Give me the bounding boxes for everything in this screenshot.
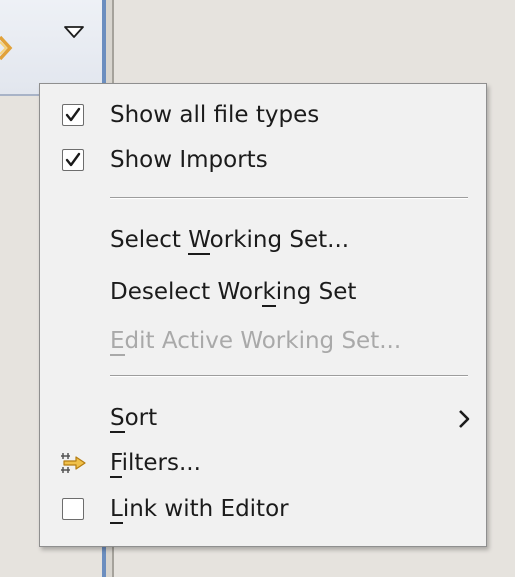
view-menu-button[interactable] — [56, 16, 94, 50]
menu-item-label: Show Imports — [110, 147, 268, 173]
menu-item-label: Edit Active Working Set... — [110, 328, 402, 356]
menu-item-link-with-editor[interactable]: Link with Editor — [40, 487, 486, 531]
menu-item-sort[interactable]: Sort — [40, 396, 486, 440]
checkmark-icon — [65, 152, 81, 167]
filters-icon — [61, 453, 86, 473]
menu-separator — [110, 197, 468, 199]
menu-item-show-imports[interactable]: Show Imports — [40, 138, 486, 182]
menu-item-label: Sort — [110, 405, 158, 433]
chevron-down-icon — [64, 26, 84, 38]
menu-item-label: Show all file types — [110, 102, 320, 128]
menu-item-edit-active-working-set: Edit Active Working Set... — [40, 319, 486, 363]
menu-item-label: Select Working Set... — [110, 227, 350, 255]
checkmark-icon — [65, 107, 81, 122]
link-sync-icon[interactable] — [0, 33, 14, 63]
menu-item-label: Filters... — [110, 450, 201, 478]
menu-item-label: Deselect Working Set — [110, 279, 357, 307]
menu-item-filters[interactable]: Filters... — [40, 441, 486, 485]
menu-separator — [110, 375, 468, 377]
view-menu-popup: Show all file types Show Imports Select … — [39, 83, 487, 547]
menu-item-select-working-set[interactable]: Select Working Set... — [40, 218, 486, 262]
checkbox-checked[interactable] — [62, 104, 84, 126]
menu-item-show-all-file-types[interactable]: Show all file types — [40, 93, 486, 137]
chevron-right-icon — [459, 410, 470, 428]
checkbox-checked[interactable] — [62, 149, 84, 171]
checkbox-unchecked[interactable] — [62, 498, 84, 520]
menu-item-label: Link with Editor — [110, 496, 289, 524]
menu-item-deselect-working-set[interactable]: Deselect Working Set — [40, 270, 486, 314]
